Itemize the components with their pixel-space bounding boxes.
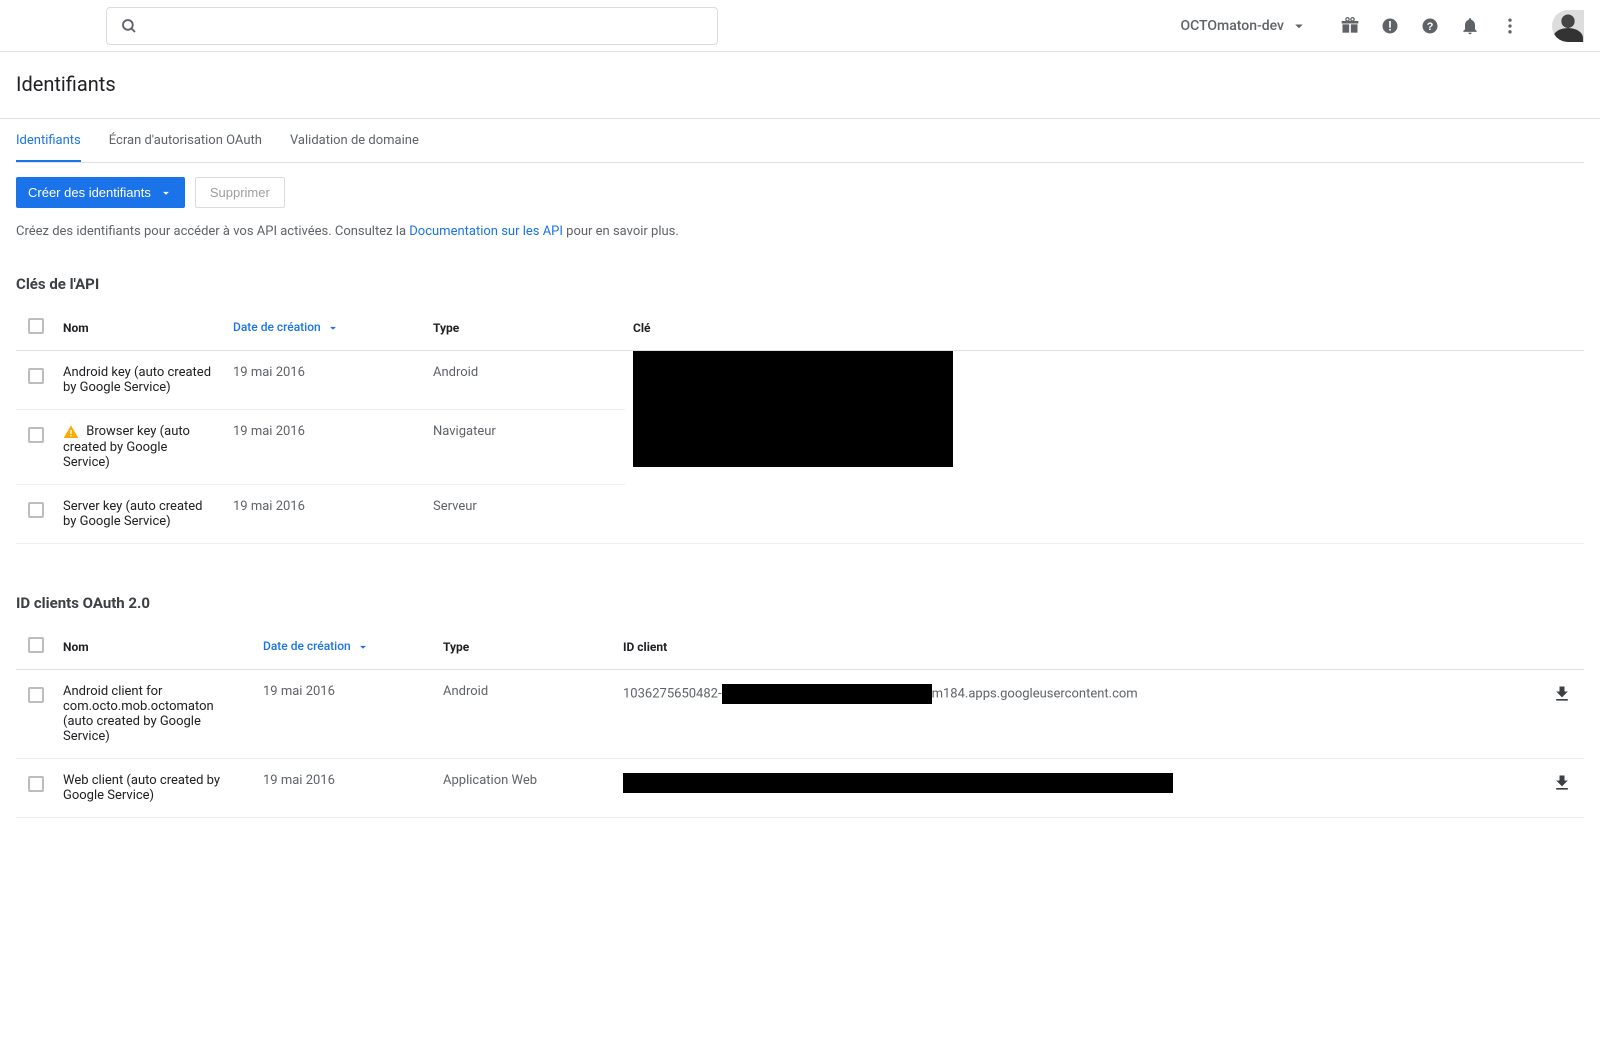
top-header: OCTOmaton-dev ? <box>0 0 1600 52</box>
create-credentials-label: Créer des identifiants <box>28 185 151 200</box>
client-name[interactable]: Web client (auto created by Google Servi… <box>55 759 255 818</box>
key-name[interactable]: Server key (auto created by Google Servi… <box>55 485 225 544</box>
client-name[interactable]: Android client for com.octo.mob.octomato… <box>55 670 255 759</box>
key-type: Navigateur <box>425 410 625 485</box>
tabs: Identifiants Écran d'autorisation OAuth … <box>16 119 1584 163</box>
select-all-checkbox[interactable] <box>28 318 44 334</box>
project-selector[interactable]: OCTOmaton-dev <box>1172 17 1316 35</box>
api-keys-title: Clés de l'API <box>16 275 1584 293</box>
row-checkbox[interactable] <box>28 776 44 792</box>
col-date[interactable]: Date de création <box>225 305 425 351</box>
header-icons: ? <box>1340 10 1584 42</box>
key-name[interactable]: Android key (auto created by Google Serv… <box>55 351 225 410</box>
download-icon[interactable] <box>1552 773 1576 793</box>
tab-oauth-consent[interactable]: Écran d'autorisation OAuth <box>109 119 262 162</box>
warning-icon <box>63 424 79 440</box>
api-keys-table: Nom Date de création Type Clé Android ke… <box>16 305 1584 544</box>
page-title: Identifiants <box>0 52 1600 119</box>
api-keys-section: Clés de l'API Nom Date de création Type … <box>16 275 1584 544</box>
gift-icon[interactable] <box>1340 16 1360 36</box>
key-name[interactable]: Browser key (auto created by Google Serv… <box>55 410 225 485</box>
notifications-icon[interactable] <box>1460 16 1480 36</box>
oauth-clients-table: Nom Date de création Type ID client Andr… <box>16 624 1584 818</box>
col-type[interactable]: Type <box>425 305 625 351</box>
col-key[interactable]: Clé <box>625 305 1584 351</box>
delete-button[interactable]: Supprimer <box>195 177 285 208</box>
key-date: 19 mai 2016 <box>225 410 425 485</box>
client-id <box>615 759 1544 818</box>
tab-domain-verification[interactable]: Validation de domaine <box>290 119 419 162</box>
client-date: 19 mai 2016 <box>255 670 435 759</box>
create-credentials-button[interactable]: Créer des identifiants <box>16 177 185 208</box>
alert-icon[interactable] <box>1380 16 1400 36</box>
avatar[interactable] <box>1552 10 1584 42</box>
col-name[interactable]: Nom <box>55 624 255 670</box>
table-row: Web client (auto created by Google Servi… <box>16 759 1584 818</box>
search-box[interactable] <box>106 7 718 45</box>
row-checkbox[interactable] <box>28 502 44 518</box>
client-type: Application Web <box>435 759 615 818</box>
row-checkbox[interactable] <box>28 427 44 443</box>
redacted-client-id <box>623 773 1173 793</box>
col-name[interactable]: Nom <box>55 305 225 351</box>
search-input[interactable] <box>149 17 705 35</box>
help-icon[interactable]: ? <box>1420 16 1440 36</box>
redacted-client-id <box>722 684 932 704</box>
help-text: Créez des identifiants pour accéder à vo… <box>16 224 1584 239</box>
help-prefix: Créez des identifiants pour accéder à vo… <box>16 224 409 239</box>
action-row: Créer des identifiants Supprimer <box>16 177 1584 208</box>
key-type: Serveur <box>425 485 625 544</box>
table-row: Android key (auto created by Google Serv… <box>16 351 1584 410</box>
project-name: OCTOmaton-dev <box>1180 18 1284 34</box>
client-date: 19 mai 2016 <box>255 759 435 818</box>
row-checkbox[interactable] <box>28 368 44 384</box>
oauth-clients-title: ID clients OAuth 2.0 <box>16 594 1584 612</box>
table-row: Server key (auto created by Google Servi… <box>16 485 1584 544</box>
client-type: Android <box>435 670 615 759</box>
select-all-checkbox[interactable] <box>28 637 44 653</box>
oauth-clients-section: ID clients OAuth 2.0 Nom Date de créatio… <box>16 594 1584 818</box>
key-date: 19 mai 2016 <box>225 351 425 410</box>
col-date[interactable]: Date de création <box>255 624 435 670</box>
download-icon[interactable] <box>1552 684 1576 704</box>
client-id: 1036275650482-m184.apps.googleuserconten… <box>615 670 1544 759</box>
row-checkbox[interactable] <box>28 687 44 703</box>
table-row: Android client for com.octo.mob.octomato… <box>16 670 1584 759</box>
key-date: 19 mai 2016 <box>225 485 425 544</box>
key-type: Android <box>425 351 625 410</box>
more-icon[interactable] <box>1500 16 1520 36</box>
tab-credentials[interactable]: Identifiants <box>16 119 81 162</box>
help-suffix: pour en savoir plus. <box>563 224 679 239</box>
svg-text:?: ? <box>1427 20 1434 32</box>
col-client-id[interactable]: ID client <box>615 624 1544 670</box>
search-icon <box>119 16 139 36</box>
col-type[interactable]: Type <box>435 624 615 670</box>
help-link[interactable]: Documentation sur les API <box>409 224 563 239</box>
redacted-key <box>633 351 953 467</box>
